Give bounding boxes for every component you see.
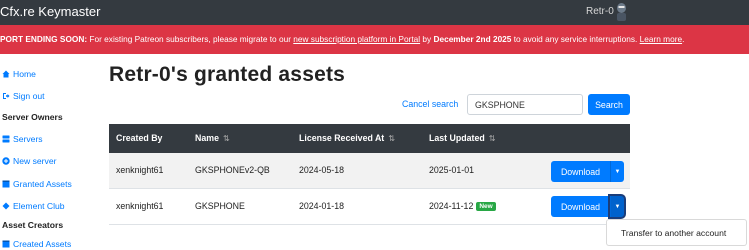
cell-updated: 2024-11-12 New (429, 201, 496, 211)
sidebar-item-label: New server (13, 156, 57, 166)
cell-created-by: xenknight61 (116, 165, 164, 175)
cell-license: 2024-01-18 (299, 201, 344, 211)
column-header-created-by[interactable]: Created By (116, 133, 162, 143)
download-button[interactable]: Download (551, 196, 610, 217)
download-options-menu: Transfer to another account (606, 219, 747, 246)
column-header-license[interactable]: License Received At ⇅ (299, 133, 395, 143)
top-navbar: Cfx.re Keymaster Retr-0 (0, 0, 749, 25)
column-header-label: Created By (116, 133, 163, 143)
cell-name: GKSPHONE (195, 201, 245, 211)
announcement-text-3: to avoid any service interruptions. (511, 34, 640, 44)
column-header-label: Name (195, 133, 219, 143)
home-icon (2, 70, 10, 78)
transfer-account-menu-item[interactable]: Transfer to another account (621, 228, 726, 238)
sidebar-item-label: Created Assets (13, 239, 72, 249)
column-header-updated[interactable]: Last Updated ⇅ (429, 133, 495, 143)
new-badge: New (476, 202, 496, 211)
cell-created-by: xenknight61 (116, 201, 164, 211)
sort-icon: ⇅ (488, 134, 496, 143)
sidebar-item-created-assets[interactable]: Created Assets (2, 239, 71, 249)
column-header-name[interactable]: Name ⇅ (195, 133, 230, 143)
column-header-label: Last Updated (429, 133, 485, 143)
search-input[interactable] (467, 94, 583, 115)
search-button[interactable]: Search (588, 94, 630, 115)
table-header: Created By Name ⇅ License Received At ⇅ La… (109, 124, 630, 153)
sort-icon: ⇅ (388, 134, 395, 143)
sign-out-icon (3, 93, 10, 99)
sidebar-section-asset-creators: Asset Creators (2, 220, 64, 230)
cell-updated: 2025-01-01 (429, 165, 474, 175)
sidebar-item-label: Sign out (13, 91, 45, 101)
sidebar-item-signout[interactable]: Sign out (2, 91, 45, 101)
announcement-text-4: . (682, 34, 685, 44)
sidebar-section-server-owners: Server Owners (2, 112, 63, 122)
column-header-label: License Received At (299, 133, 385, 143)
sidebar-item-home[interactable]: Home (2, 69, 36, 79)
username[interactable]: Retr-0 (586, 6, 614, 17)
caret-down-icon: ▼ (614, 203, 621, 210)
plus-circle-icon (2, 157, 10, 165)
download-options-toggle[interactable]: ▼ (610, 196, 624, 217)
cell-license: 2024-05-18 (299, 165, 344, 175)
sidebar-item-label: Element Club (13, 201, 65, 211)
server-icon (2, 135, 10, 143)
cell-updated-value: 2024-11-12 (429, 201, 474, 211)
box-icon (2, 180, 10, 188)
sidebar-item-new-server[interactable]: New server (2, 156, 56, 166)
announcement-text: For existing Patreon subscribers, please… (87, 34, 294, 44)
cell-name: GKSPHONEv2-QB (195, 165, 270, 175)
sidebar-item-element-club[interactable]: Element Club (2, 201, 65, 211)
table-row: xenknight61 GKSPHONE 2024-01-18 2024-11-… (109, 189, 630, 225)
sidebar-item-label: Granted Assets (13, 179, 72, 189)
download-button[interactable]: Download (551, 161, 610, 182)
announcement-text-2: by (420, 34, 434, 44)
learn-more-link[interactable]: Learn more (640, 34, 682, 44)
diamond-icon (2, 202, 10, 210)
box-icon (2, 240, 10, 248)
download-options-toggle[interactable]: ▼ (610, 161, 624, 182)
sidebar-item-servers[interactable]: Servers (2, 134, 43, 144)
caret-down-icon: ▼ (614, 168, 621, 175)
sidebar-item-label: Servers (13, 134, 43, 144)
announcement-deadline: December 2nd 2025 (433, 34, 512, 44)
sort-icon: ⇅ (222, 134, 230, 143)
avatar[interactable] (614, 2, 629, 21)
table-row: xenknight61 GKSPHONEv2-QB 2024-05-18 202… (109, 153, 630, 189)
app-title[interactable]: Cfx.re Keymaster (0, 4, 100, 19)
cancel-search-link[interactable]: Cancel search (402, 99, 458, 109)
subscription-portal-link[interactable]: new subscription platform in Portal (293, 34, 420, 44)
sidebar-item-granted-assets[interactable]: Granted Assets (2, 179, 72, 189)
sidebar-item-label: Home (13, 69, 36, 79)
page-title: Retr-0's granted assets (109, 63, 346, 86)
announcement-banner: PORT ENDING SOON: For existing Patreon s… (0, 25, 749, 54)
announcement-prefix: PORT ENDING SOON: (0, 34, 88, 44)
